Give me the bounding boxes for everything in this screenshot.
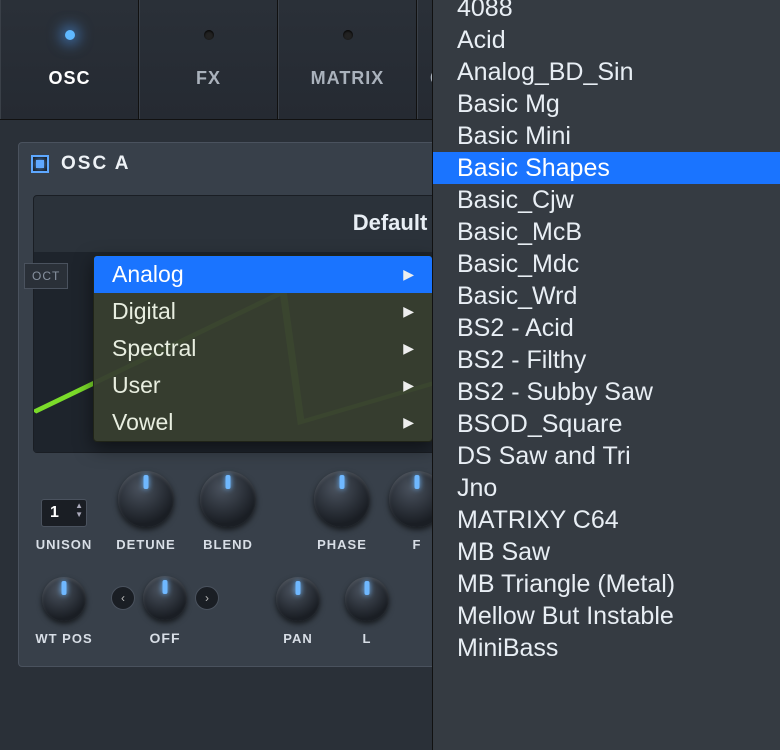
menu-item-analog[interactable]: Analog ▶: [94, 256, 432, 293]
warp-next-button[interactable]: ›: [195, 586, 219, 610]
submenu-item[interactable]: Basic Shapes: [433, 152, 780, 184]
submenu-item[interactable]: BS2 - Subby Saw: [433, 376, 780, 408]
submenu-item[interactable]: MATRIXY C64: [433, 504, 780, 536]
level-knob[interactable]: [345, 577, 389, 621]
knob-label: L: [363, 631, 372, 646]
menu-item-digital[interactable]: Digital ▶: [94, 293, 432, 330]
menu-item-spectral[interactable]: Spectral ▶: [94, 330, 432, 367]
submenu-arrow-icon: ▶: [403, 414, 414, 431]
blend-knob[interactable]: [200, 471, 256, 527]
warp-prev-button[interactable]: ‹: [111, 586, 135, 610]
knob-label: BLEND: [203, 537, 253, 552]
menu-item-label: User: [112, 372, 161, 399]
tab-label: FX: [196, 68, 221, 89]
submenu-item[interactable]: Jno: [433, 472, 780, 504]
warp-mode-label[interactable]: OFF: [150, 630, 181, 646]
osc-power-button[interactable]: [31, 155, 49, 173]
submenu-item[interactable]: Basic_McB: [433, 216, 780, 248]
submenu-item[interactable]: Basic Mini: [433, 120, 780, 152]
phase-group: PHASE: [307, 471, 377, 552]
menu-item-label: Vowel: [112, 409, 173, 436]
knob-label: F: [413, 537, 422, 552]
submenu-item[interactable]: BS2 - Filthy: [433, 344, 780, 376]
wtpos-knob[interactable]: [42, 577, 86, 621]
chevron-up-icon[interactable]: ▲: [75, 502, 83, 510]
tab-led-icon: [343, 30, 353, 40]
unison-value: 1: [50, 504, 59, 522]
menu-item-user[interactable]: User ▶: [94, 367, 432, 404]
submenu-item[interactable]: MB Saw: [433, 536, 780, 568]
tab-label: OSC: [48, 68, 90, 89]
tab-label: MATRIX: [311, 68, 385, 89]
panel-title: OSC A: [61, 153, 130, 175]
submenu-arrow-icon: ▶: [403, 303, 414, 320]
knob-label: UNISON: [36, 537, 93, 552]
submenu-arrow-icon: ▶: [403, 340, 414, 357]
tab-matrix[interactable]: MATRIX: [278, 0, 417, 119]
submenu-item[interactable]: Mellow But Instable: [433, 600, 780, 632]
detune-knob[interactable]: [118, 471, 174, 527]
knob-label: WT POS: [35, 631, 92, 646]
tab-osc[interactable]: OSC: [0, 0, 139, 119]
tab-led-icon: [204, 30, 214, 40]
wavetable-category-menu: Analog ▶ Digital ▶ Spectral ▶ User ▶ Vow…: [93, 255, 433, 442]
menu-item-vowel[interactable]: Vowel ▶: [94, 404, 432, 441]
submenu-item[interactable]: BS2 - Acid: [433, 312, 780, 344]
wtpos-group: WT POS: [29, 577, 99, 646]
level-group: L: [345, 577, 389, 646]
phase-knob[interactable]: [314, 471, 370, 527]
octave-chip[interactable]: OCT: [24, 263, 68, 289]
submenu-item[interactable]: DS Saw and Tri: [433, 440, 780, 472]
menu-item-label: Spectral: [112, 335, 196, 362]
chevron-down-icon[interactable]: ▼: [75, 511, 83, 519]
warp-knob[interactable]: [143, 576, 187, 620]
submenu-item[interactable]: BSOD_Square: [433, 408, 780, 440]
submenu-item[interactable]: MiniBass: [433, 632, 780, 664]
submenu-item[interactable]: 4088: [433, 0, 780, 24]
submenu-item[interactable]: Basic_Mdc: [433, 248, 780, 280]
tab-fx[interactable]: FX: [139, 0, 278, 119]
knob-label: PHASE: [317, 537, 367, 552]
pan-group: PAN: [263, 577, 333, 646]
knob-label: DETUNE: [116, 537, 175, 552]
menu-item-label: Digital: [112, 298, 176, 325]
submenu-arrow-icon: ▶: [403, 266, 414, 283]
menu-item-label: Analog: [112, 261, 184, 288]
unison-group: 1 ▲ ▼ UNISON: [29, 499, 99, 552]
knob-label: PAN: [283, 631, 312, 646]
detune-group: DETUNE: [111, 471, 181, 552]
submenu-item[interactable]: Analog_BD_Sin: [433, 56, 780, 88]
unison-voices-spinner[interactable]: 1 ▲ ▼: [41, 499, 87, 527]
pan-knob[interactable]: [276, 577, 320, 621]
wavetable-submenu: 4088 Acid Analog_BD_Sin Basic Mg Basic M…: [432, 0, 780, 750]
blend-group: BLEND: [193, 471, 263, 552]
submenu-item[interactable]: MB Triangle (Metal): [433, 568, 780, 600]
power-led-icon: [36, 160, 44, 168]
submenu-arrow-icon: ▶: [403, 377, 414, 394]
submenu-item[interactable]: Acid: [433, 24, 780, 56]
submenu-item[interactable]: Basic_Cjw: [433, 184, 780, 216]
submenu-item[interactable]: Basic_Wrd: [433, 280, 780, 312]
submenu-item[interactable]: Basic Mg: [433, 88, 780, 120]
tab-led-icon: [65, 30, 75, 40]
